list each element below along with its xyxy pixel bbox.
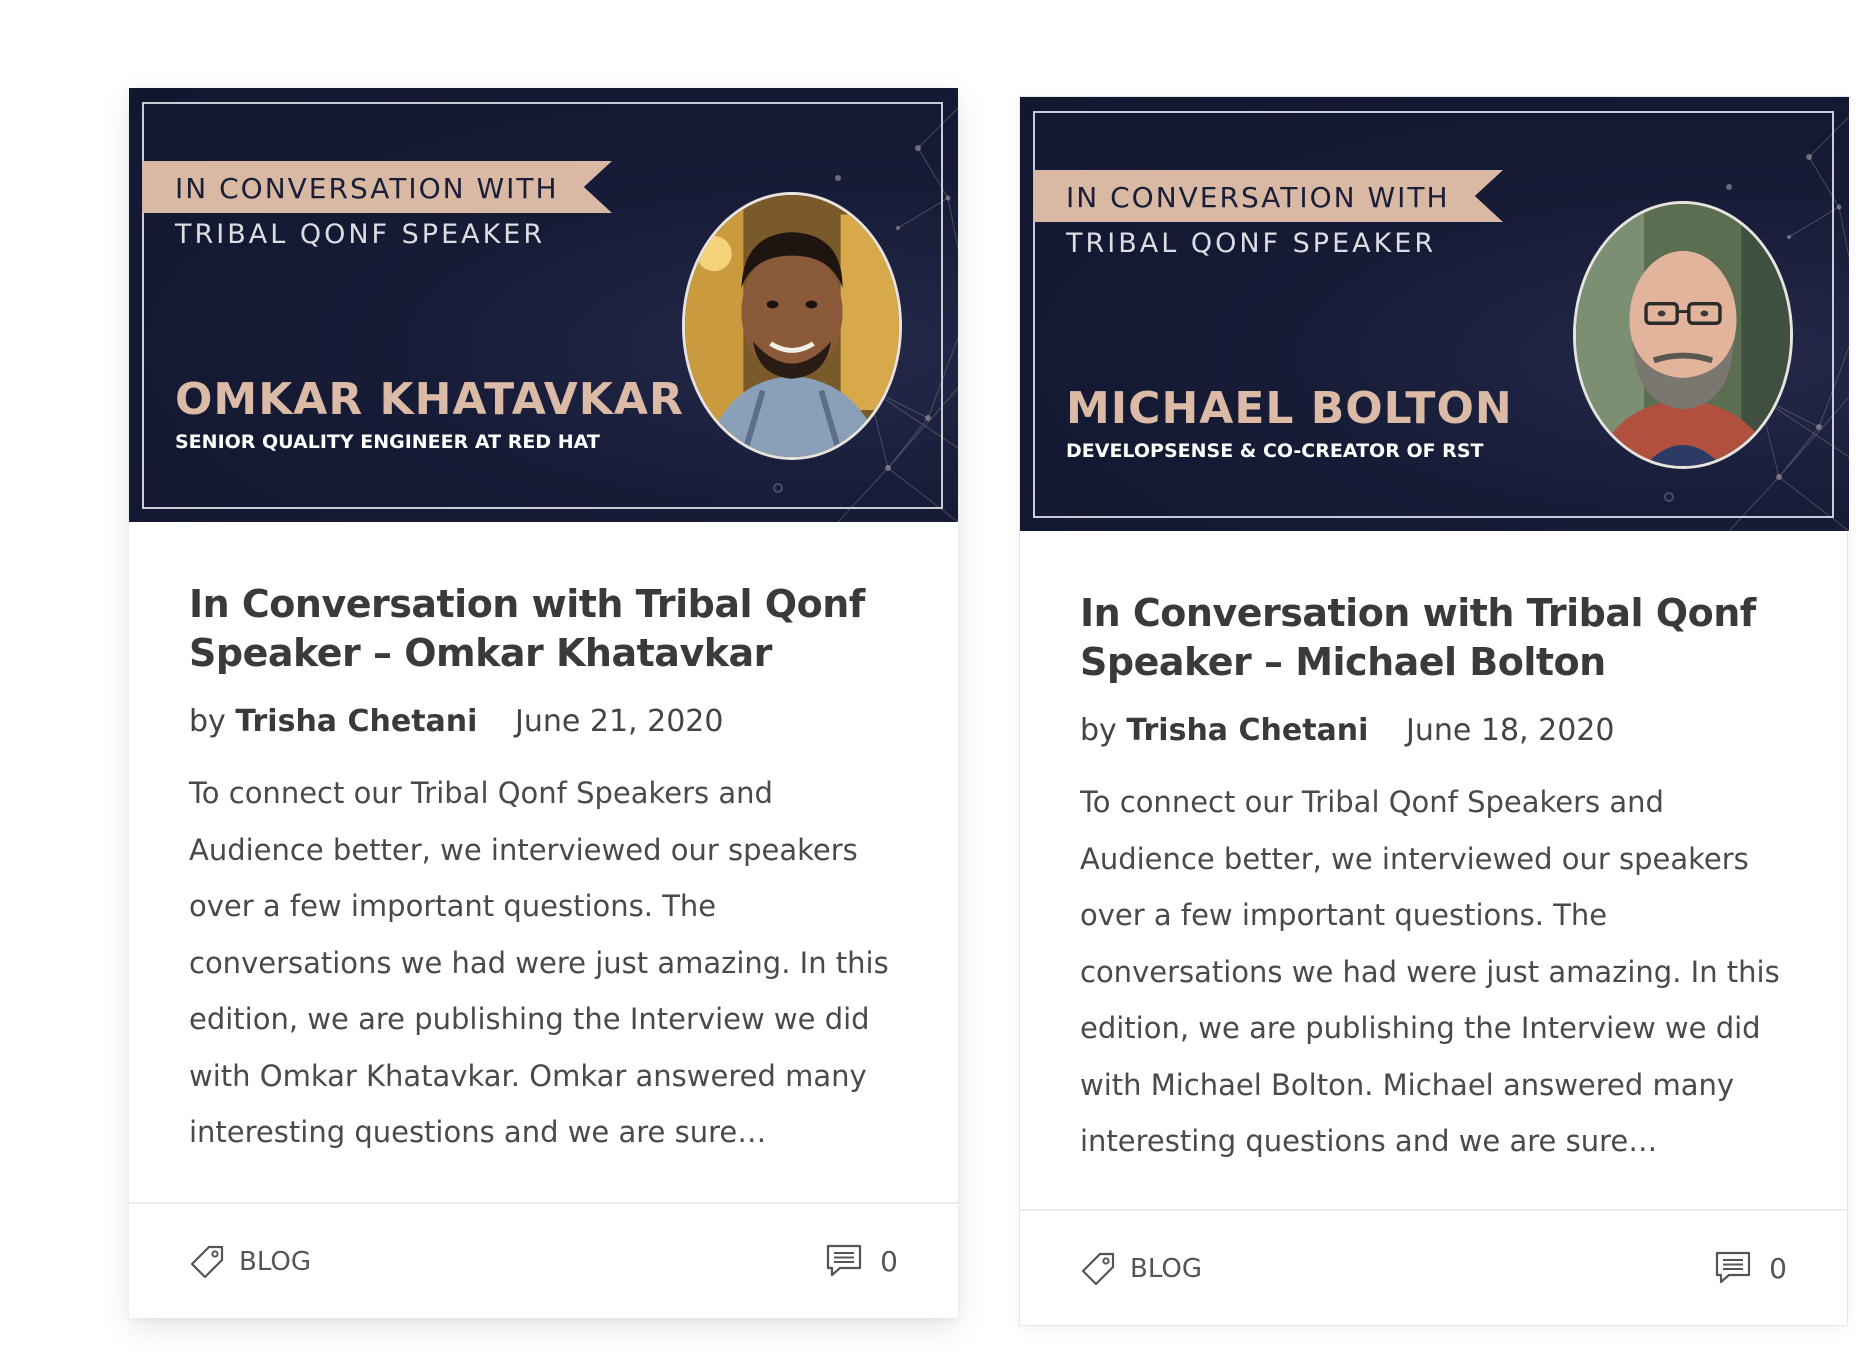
card-footer: BLOG 0 [129, 1202, 958, 1318]
post-meta: by Trisha Chetani June 18, 2020 [1080, 713, 1787, 748]
speaker-photo [682, 192, 902, 460]
tag-icon [1081, 1252, 1115, 1286]
comments-link[interactable]: 0 [826, 1244, 898, 1278]
post-date: June 18, 2020 [1406, 713, 1615, 748]
comment-icon [1716, 1251, 1751, 1284]
featured-image[interactable]: IN CONVERSATION WITH TRIBAL QONF SPEAKER… [129, 88, 958, 522]
post-title-link[interactable]: In Conversation with Tribal Qonf Speaker… [1080, 589, 1787, 687]
category-label: BLOG [1130, 1254, 1203, 1284]
tag-icon [190, 1245, 224, 1279]
meta-by-label: by [1080, 713, 1117, 748]
banner-speaker-role: SENIOR QUALITY ENGINEER AT RED HAT [175, 431, 600, 453]
author-link[interactable]: Trisha Chetani [235, 704, 477, 739]
post-meta: by Trisha Chetani June 21, 2020 [189, 704, 898, 739]
card-footer: BLOG 0 [1020, 1209, 1847, 1325]
meta-by-label: by [189, 704, 226, 739]
category-label: BLOG [239, 1247, 312, 1277]
banner-ribbon-text: IN CONVERSATION WITH [1066, 181, 1450, 214]
banner-speaker-role: DEVELOPSENSE & CO-CREATOR OF RST [1066, 440, 1484, 462]
banner-subtitle: TRIBAL QONF SPEAKER [175, 219, 546, 250]
comment-count: 0 [1769, 1251, 1787, 1285]
author-link[interactable]: Trisha Chetani [1126, 713, 1368, 748]
banner-speaker-name: MICHAEL BOLTON [1066, 383, 1513, 434]
comment-icon [827, 1244, 862, 1277]
banner-ribbon-text: IN CONVERSATION WITH [175, 172, 559, 205]
post-excerpt: To connect our Tribal Qonf Speakers and … [189, 776, 889, 1149]
featured-image[interactable]: IN CONVERSATION WITH TRIBAL QONF SPEAKER… [1020, 97, 1849, 531]
comments-link[interactable]: 0 [1715, 1251, 1787, 1285]
speaker-photo [1573, 201, 1793, 469]
comment-count: 0 [880, 1244, 898, 1278]
banner-subtitle: TRIBAL QONF SPEAKER [1066, 228, 1437, 259]
category-link[interactable]: BLOG [1080, 1251, 1202, 1287]
post-excerpt: To connect our Tribal Qonf Speakers and … [1080, 785, 1780, 1158]
blog-post-card: IN CONVERSATION WITH TRIBAL QONF SPEAKER… [129, 88, 958, 1318]
post-title-link[interactable]: In Conversation with Tribal Qonf Speaker… [189, 580, 898, 678]
category-link[interactable]: BLOG [189, 1244, 311, 1280]
post-date: June 21, 2020 [515, 704, 724, 739]
banner-speaker-name: OMKAR KHATAVKAR [175, 374, 684, 425]
blog-post-card: IN CONVERSATION WITH TRIBAL QONF SPEAKER… [1019, 96, 1849, 1326]
